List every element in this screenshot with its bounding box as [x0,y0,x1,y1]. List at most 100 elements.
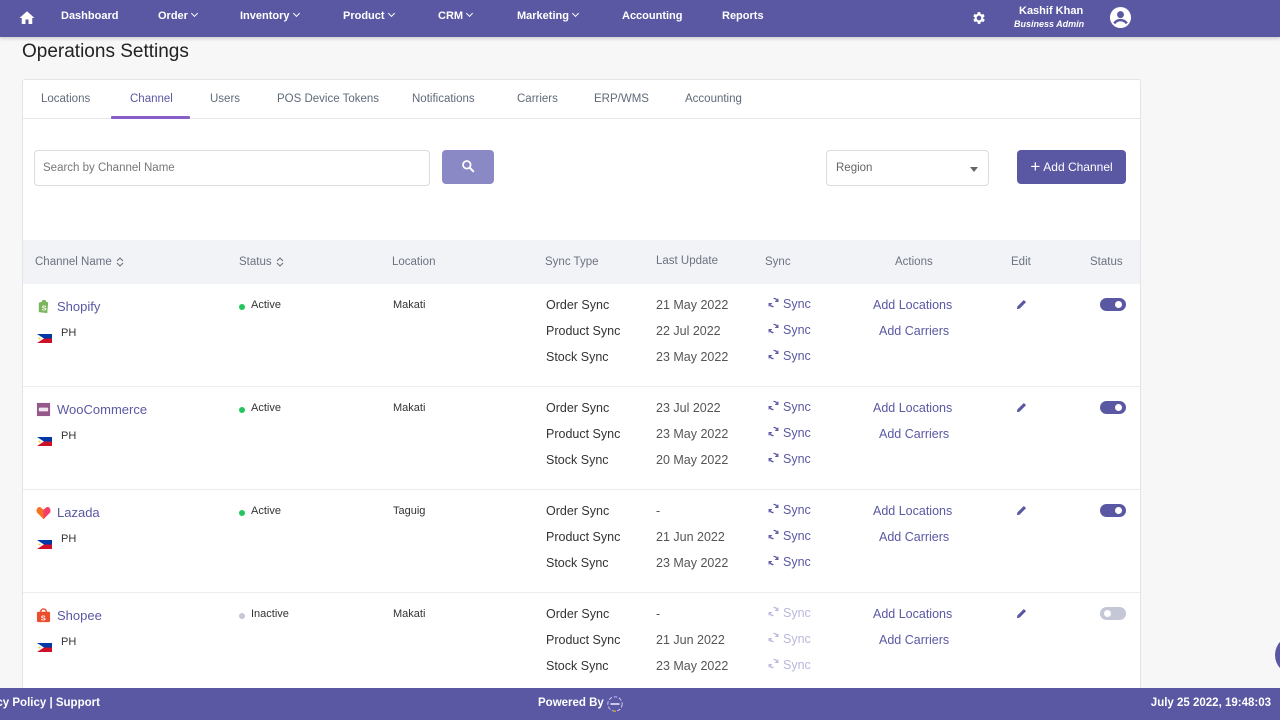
add-carriers-link[interactable]: Add Carriers [879,427,949,441]
footer: acy Policy | Support Powered By July 25 … [0,688,1280,720]
add-locations-link[interactable]: Add Locations [873,298,952,312]
location-text: Makati [393,402,426,414]
sync-button[interactable]: Sync [768,503,811,517]
search-icon [462,159,475,172]
sync-label: Sync [783,323,811,337]
status-toggle[interactable] [1100,401,1126,414]
nav-reports[interactable]: Reports [722,10,764,22]
sync-button[interactable]: Sync [768,400,811,414]
chevron-down-icon [190,9,199,18]
chevron-down-icon [387,9,395,18]
tab-erp-wms[interactable]: ERP/WMS [594,93,649,105]
add-carriers-link[interactable]: Add Carriers [879,633,949,647]
nav-order[interactable]: Order [158,9,199,22]
nav-dashboard[interactable]: Dashboard [61,10,118,22]
floating-action-button[interactable] [1275,635,1280,675]
column-header-last-update: Last Update [656,255,719,267]
sync-button[interactable]: Sync [768,529,811,543]
sync-button[interactable]: Sync [768,606,811,620]
column-header-actions: Actions [895,256,933,268]
edit-pencil-icon[interactable] [1015,298,1028,311]
region-code: PH [61,636,77,648]
tab-locations[interactable]: Locations [41,93,90,105]
user-name: Kashif Khan [1019,5,1084,17]
edit-pencil-icon[interactable] [1015,607,1028,620]
tab-users[interactable]: Users [210,93,240,105]
add-channel-button[interactable]: + Add Channel [1017,150,1126,184]
channel-name-link[interactable]: Shopify [57,299,100,314]
add-carriers-link[interactable]: Add Carriers [879,324,949,338]
nav-marketing[interactable]: Marketing [517,9,580,22]
last-update-text: 21 May 2022 [656,298,729,312]
refresh-icon [768,323,779,334]
sync-button[interactable]: Sync [768,323,811,337]
tab-accounting[interactable]: Accounting [685,93,742,105]
chevron-down-icon [292,9,300,18]
column-header-status[interactable]: Status [239,256,285,268]
status-toggle[interactable] [1100,504,1126,517]
nav-label: Reports [722,10,764,22]
edit-pencil-icon[interactable] [1015,401,1028,414]
footer-links[interactable]: acy Policy | Support [0,697,100,709]
svg-text:S: S [41,614,46,623]
user-circle-icon[interactable] [1109,6,1132,29]
ph-flag-icon [37,433,52,446]
sync-type-label: Order Sync [546,401,610,415]
tab-channel[interactable]: Channel [130,93,173,105]
last-update-text: 23 Jul 2022 [656,401,721,415]
tab-notifications[interactable]: Notifications [412,93,475,105]
sync-type-label: Product Sync [546,427,621,441]
channel-name-link[interactable]: WooCommerce [57,402,147,417]
gear-icon[interactable] [971,10,987,26]
nav-crm[interactable]: CRM [438,9,474,22]
search-button[interactable] [442,150,494,184]
sync-button[interactable]: Sync [768,555,811,569]
status-toggle[interactable] [1100,298,1126,311]
nav-accounting[interactable]: Accounting [622,10,683,22]
status-dot-icon [239,613,245,619]
sync-button[interactable]: Sync [768,658,811,672]
sync-type-label: Stock Sync [546,556,609,570]
edit-pencil-icon[interactable] [1015,504,1028,517]
toggle-knob [1115,301,1122,308]
nav-label: Order [158,10,188,22]
refresh-icon [768,606,779,617]
sort-icon [276,257,283,267]
sync-button[interactable]: Sync [768,297,811,311]
sync-type-label: Stock Sync [546,350,609,364]
channel-search-input[interactable] [34,150,430,186]
sort-icon [116,257,124,267]
location-text: Makati [393,299,426,311]
sync-button[interactable]: Sync [768,632,811,646]
location-text: Taguig [393,505,426,517]
column-header-channel-name[interactable]: Channel Name [35,256,125,268]
tab-carriers[interactable]: Carriers [517,93,558,105]
sync-type-label: Order Sync [546,504,610,518]
sync-button[interactable]: Sync [768,349,811,363]
nav-inventory[interactable]: Inventory [240,9,300,22]
sync-button[interactable]: Sync [768,452,811,466]
status-toggle[interactable] [1100,607,1126,620]
add-locations-link[interactable]: Add Locations [873,504,952,518]
add-carriers-link[interactable]: Add Carriers [879,530,949,544]
add-locations-link[interactable]: Add Locations [873,401,952,415]
sync-label: Sync [783,503,811,517]
tab-pos-device-tokens[interactable]: POS Device Tokens [277,93,379,105]
refresh-icon [768,349,779,360]
column-header-edit: Edit [1011,256,1031,268]
sync-type-label: Stock Sync [546,453,609,467]
nav-label: Dashboard [61,10,119,22]
column-header-location: Location [392,256,436,268]
region-code: PH [61,327,77,339]
home-icon[interactable] [18,9,36,27]
add-locations-link[interactable]: Add Locations [873,607,952,621]
ph-flag-icon [37,330,52,343]
channel-name-link[interactable]: Lazada [57,505,100,520]
nav-product[interactable]: Product [343,9,395,22]
sync-button[interactable]: Sync [768,426,811,440]
refresh-icon [768,426,779,437]
status-badge: Inactive [251,608,289,620]
channel-name-link[interactable]: Shopee [57,608,102,623]
last-update-text: 23 May 2022 [656,659,729,673]
region-select[interactable]: Region [826,150,989,186]
